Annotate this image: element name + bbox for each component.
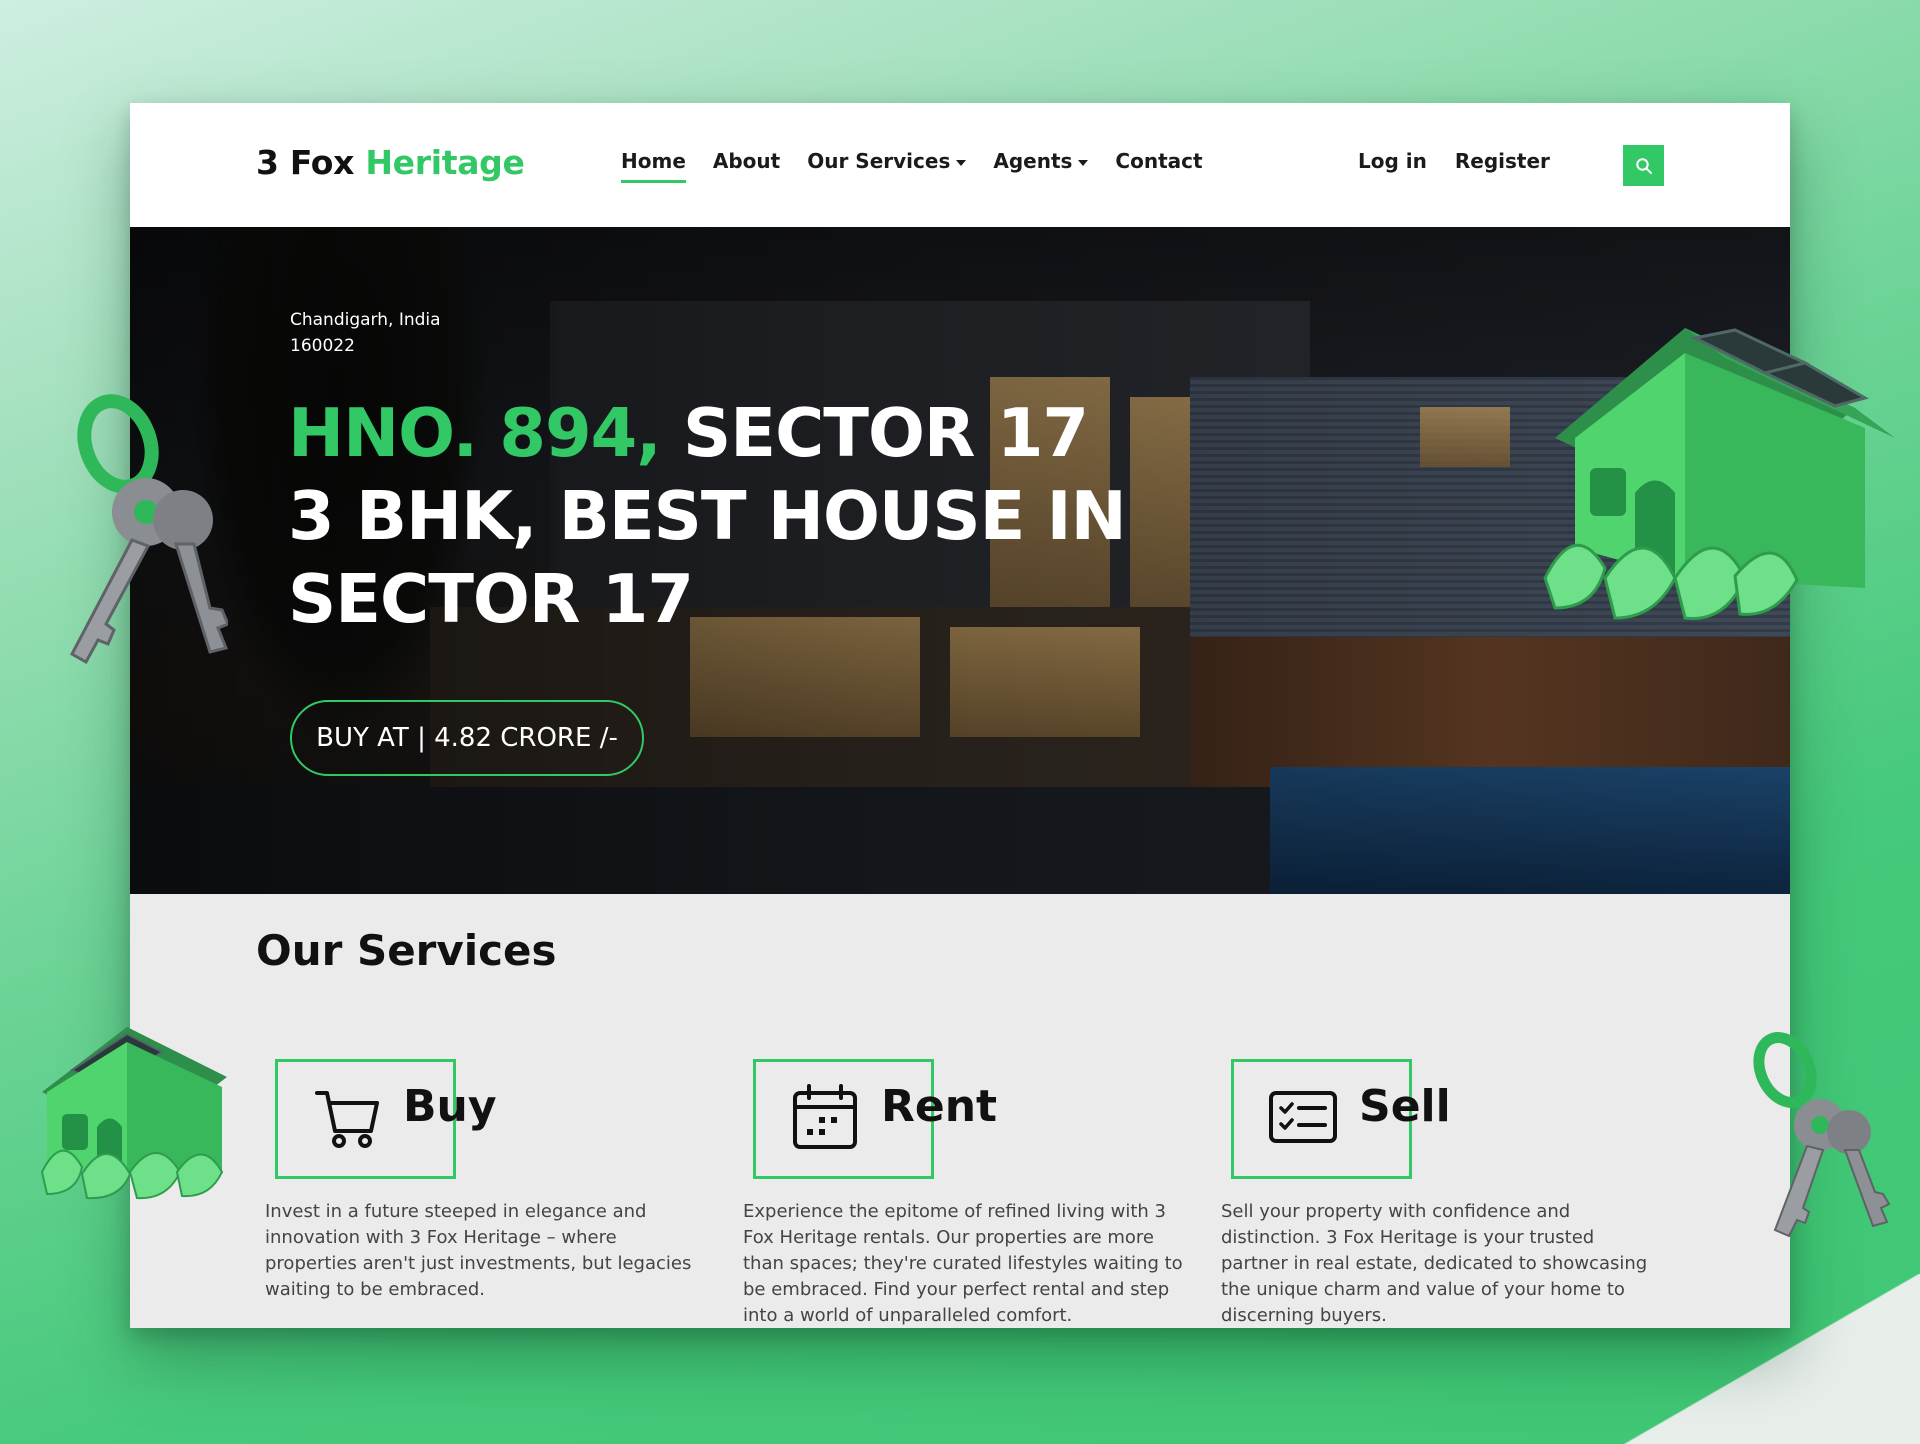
service-buy-label: Buy (403, 1081, 497, 1132)
buy-price-button[interactable]: BUY AT | 4.82 CRORE /- (290, 700, 644, 776)
location-pincode: 160022 (290, 336, 355, 356)
nav-our-services-label: Our Services (807, 149, 951, 173)
caret-down-icon (956, 159, 967, 166)
nav-contact-label: Contact (1115, 149, 1203, 173)
service-card-sell[interactable]: Sell Sell your property with confidence … (1221, 1059, 1661, 1328)
brand-part1: 3 Fox (256, 143, 355, 182)
login-link[interactable]: Log in (1358, 149, 1427, 173)
website-frame: 3 Fox Heritage Home About Our Services A… (130, 103, 1790, 1328)
service-sell-label: Sell (1359, 1081, 1451, 1132)
nav-about[interactable]: About (713, 149, 780, 173)
location-city: Chandigarh, India (290, 310, 441, 330)
brand-part2: Heritage (365, 143, 525, 182)
house-icon (40, 1027, 227, 1200)
search-button[interactable] (1623, 145, 1664, 186)
headline-line3: SECTOR 17 (288, 560, 694, 638)
brand-logo[interactable]: 3 Fox Heritage (256, 143, 525, 182)
service-sell-description: Sell your property with confidence and d… (1221, 1201, 1648, 1326)
navbar: 3 Fox Heritage Home About Our Services A… (130, 103, 1790, 227)
search-icon (1635, 157, 1652, 174)
auth-links: Log in Register (1358, 149, 1578, 173)
nav-about-label: About (712, 149, 781, 173)
register-link[interactable]: Register (1455, 149, 1550, 173)
headline-line2: 3 BHK, BEST HOUSE IN (288, 477, 1127, 555)
keys-icon (69, 394, 228, 665)
keys-icon (1753, 1032, 1891, 1238)
service-buy-description: Invest in a future steeped in elegance a… (265, 1201, 692, 1300)
calendar-icon (793, 1084, 857, 1149)
headline-accent: HNO. 894, (288, 394, 662, 472)
nav-our-services-dropdown[interactable]: Our Services (807, 149, 967, 173)
nav-agents-label: Agents (993, 149, 1073, 173)
nav-agents-dropdown[interactable]: Agents (993, 149, 1089, 173)
service-card-buy[interactable]: Buy Invest in a future steeped in elegan… (265, 1059, 705, 1328)
house-icon (1543, 328, 1895, 620)
hero-headline: HNO. 894, SECTOR 17 3 BHK, BEST HOUSE IN… (288, 392, 1127, 641)
main-menu: Home About Our Services Agents Contact (621, 149, 1230, 183)
caret-down-icon (1078, 159, 1089, 166)
nav-contact[interactable]: Contact (1115, 149, 1202, 173)
service-rent-description: Experience the epitome of refined living… (743, 1201, 1183, 1326)
service-card-rent[interactable]: Rent Experience the epitome of refined l… (743, 1059, 1183, 1328)
nav-home-label: Home (621, 149, 686, 173)
headline-rest: SECTOR 17 (660, 394, 1089, 472)
property-location: Chandigarh, India 160022 (290, 307, 441, 359)
services-title: Our Services (256, 926, 557, 975)
cart-icon (315, 1091, 379, 1148)
checklist-icon (1269, 1091, 1337, 1143)
nav-home[interactable]: Home (621, 149, 686, 183)
service-rent-label: Rent (881, 1081, 998, 1132)
